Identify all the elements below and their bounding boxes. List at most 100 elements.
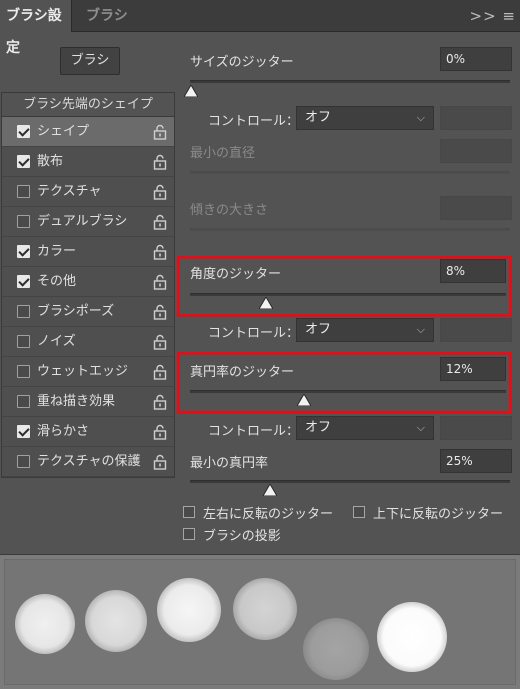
control-select-size[interactable]: オフ ⌵ (296, 106, 434, 130)
lock-icon[interactable] (153, 214, 167, 230)
sidebar-item[interactable]: テクスチャ (2, 177, 174, 207)
size-jitter-label: サイズのジッター (190, 55, 294, 70)
sidebar-item[interactable]: ノイズ (2, 327, 174, 357)
size-jitter-field[interactable]: 0% (440, 47, 512, 71)
chevron-down-icon: ⌵ (416, 323, 425, 336)
flip-y-jitter-checkbox[interactable] (353, 506, 365, 518)
lock-icon[interactable] (153, 124, 167, 140)
sidebar-list: シェイプ散布テクスチャデュアルブラシ カラーその他ブラシポーズノイズウェットエッジ… (2, 117, 174, 477)
brush-dab (157, 578, 221, 642)
flip-x-jitter-checkbox[interactable] (183, 506, 195, 518)
lock-icon[interactable] (153, 364, 167, 380)
panel-menu-icon[interactable]: >> ≡ (470, 0, 516, 32)
sidebar-item-checkbox[interactable] (17, 455, 30, 468)
min-roundness-slider-thumb[interactable] (263, 484, 277, 496)
sidebar-item-checkbox[interactable] (17, 155, 30, 168)
sidebar-header-brush-tip-shape[interactable]: ブラシ先端のシェイプ (2, 93, 174, 117)
control-roundness-value-field (440, 416, 512, 440)
sidebar-item-checkbox[interactable] (17, 125, 30, 138)
control-angle-value-field (440, 318, 512, 342)
sidebar-item-label: 散布 (37, 154, 64, 169)
sidebar-item-checkbox[interactable] (17, 395, 30, 408)
panel-tab-bar: ブラシ設定 ブラシ >> ≡ (0, 0, 520, 56)
angle-jitter-slider-track[interactable] (190, 293, 506, 296)
min-diameter-field (440, 139, 512, 163)
sidebar-item-label: ノイズ (37, 334, 76, 349)
brush-projection-checkbox[interactable] (183, 528, 195, 540)
sidebar-item-label: シェイプ (37, 124, 90, 139)
lock-icon[interactable] (153, 274, 167, 290)
roundness-jitter-label: 真円率のジッター (190, 365, 295, 380)
sidebar-item[interactable]: テクスチャの保護 (2, 447, 174, 477)
lock-icon[interactable] (153, 334, 167, 350)
flip-x-jitter-label: 左右に反転のジッター (203, 507, 334, 522)
sidebar-item-label: テクスチャ (37, 184, 102, 199)
tab-brush[interactable]: ブラシ (80, 0, 134, 32)
tilt-scale-label: 傾きの大きさ (190, 203, 269, 218)
size-jitter-slider-track[interactable] (190, 80, 510, 83)
brush-dab (303, 618, 369, 680)
roundness-jitter-slider-thumb[interactable] (296, 394, 311, 406)
min-diameter-slider-track (190, 171, 510, 174)
sidebar-item-checkbox[interactable] (17, 335, 30, 348)
lock-icon[interactable] (153, 154, 167, 170)
control-label-roundness: コントロール： (208, 424, 300, 439)
sidebar-item-label: カラー (37, 244, 77, 259)
lock-icon[interactable] (153, 424, 167, 440)
brush-stroke-preview (0, 554, 520, 689)
sidebar-item-checkbox[interactable] (17, 425, 30, 438)
roundness-jitter-slider-track[interactable] (190, 390, 506, 393)
sidebar-item[interactable]: 重ね描き効果 (2, 387, 174, 417)
lock-icon[interactable] (153, 244, 167, 260)
sidebar-item[interactable]: その他 (2, 267, 174, 297)
lock-icon[interactable] (153, 304, 167, 320)
sidebar-item[interactable]: 滑らかさ (2, 417, 174, 447)
sidebar-item[interactable]: ウェットエッジ (2, 357, 174, 387)
min-roundness-field[interactable]: 25% (440, 449, 512, 473)
sidebar-item-checkbox[interactable] (17, 305, 30, 318)
roundness-jitter-field[interactable]: 12% (440, 357, 506, 381)
tilt-scale-field (440, 196, 512, 220)
chevron-down-icon: ⌵ (416, 111, 425, 124)
sidebar-item-label: 重ね描き効果 (37, 394, 116, 409)
angle-jitter-label: 角度のジッター (190, 267, 282, 282)
sidebar-item-checkbox[interactable] (17, 185, 30, 198)
sidebar-item[interactable]: カラー (2, 237, 174, 267)
min-diameter-label: 最小の直径 (190, 146, 256, 161)
lock-icon[interactable] (153, 394, 167, 410)
angle-jitter-field[interactable]: 8% (440, 259, 506, 283)
chevron-down-icon: ⌵ (416, 421, 425, 434)
lock-icon[interactable] (153, 454, 167, 470)
flip-y-jitter-label: 上下に反転のジッター (373, 507, 504, 522)
brush-dab (85, 590, 147, 652)
brush-projection-label: ブラシの投影 (203, 529, 281, 544)
min-roundness-label: 最小の真円率 (190, 456, 269, 471)
control-select-angle[interactable]: オフ ⌵ (296, 318, 434, 342)
sidebar-item-label: テクスチャの保護 (37, 454, 141, 469)
sidebar-item[interactable]: デュアルブラシ (2, 207, 174, 237)
control-label-angle: コントロール： (208, 326, 300, 341)
control-select-roundness[interactable]: オフ ⌵ (296, 416, 434, 440)
sidebar-item[interactable]: ブラシポーズ (2, 297, 174, 327)
brushes-button[interactable]: ブラシ (60, 47, 120, 75)
brush-dab (15, 594, 75, 654)
tab-brush-settings[interactable]: ブラシ設定 (0, 0, 72, 56)
control-select-angle-value: オフ (305, 322, 332, 337)
brush-dab (377, 602, 447, 672)
angle-jitter-slider-thumb[interactable] (258, 297, 273, 309)
sidebar-item-label: ウェットエッジ (37, 364, 129, 379)
sidebar-item-checkbox[interactable] (17, 245, 30, 258)
min-roundness-slider-track[interactable] (190, 480, 510, 483)
brush-dab (233, 578, 297, 640)
sidebar-item-checkbox[interactable] (17, 275, 30, 288)
sidebar-item-checkbox[interactable] (17, 365, 30, 378)
sidebar-item-checkbox[interactable] (17, 215, 30, 228)
size-jitter-slider-thumb[interactable] (184, 85, 198, 97)
sidebar-item-label: その他 (37, 274, 77, 289)
control-label-size: コントロール： (208, 114, 300, 129)
sidebar-item[interactable]: シェイプ (2, 117, 174, 147)
lock-icon[interactable] (153, 184, 167, 200)
sidebar-item[interactable]: 散布 (2, 147, 174, 177)
brush-preview-canvas (4, 559, 516, 685)
sidebar-item-label: デュアルブラシ (37, 214, 128, 229)
